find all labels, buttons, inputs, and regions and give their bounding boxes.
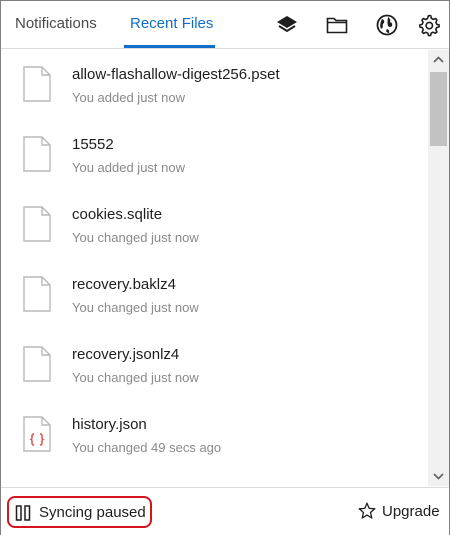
layers-icon[interactable] [275, 13, 299, 37]
header-bar: Notifications Recent Files [1, 1, 449, 49]
folder-icon[interactable] [325, 13, 349, 37]
file-icon [23, 66, 51, 102]
scroll-down-button[interactable] [428, 466, 449, 486]
file-status: You added just now [72, 160, 186, 175]
file-name: recovery.baklz4 [72, 276, 176, 293]
gear-icon[interactable] [417, 13, 441, 37]
file-row[interactable]: allow-flashallow-digest256.pset You adde… [1, 50, 427, 120]
file-status: You changed just now [72, 300, 199, 315]
sync-status-label: Syncing paused [39, 504, 146, 521]
pause-icon [15, 505, 31, 521]
file-name: 15552 [72, 136, 114, 153]
vertical-scrollbar[interactable] [428, 50, 449, 486]
file-row-partial[interactable] [1, 470, 427, 486]
tab-notifications[interactable]: Notifications [15, 15, 97, 32]
star-icon [358, 502, 376, 520]
file-icon [23, 346, 51, 382]
syncing-paused-button[interactable]: Syncing paused [7, 496, 152, 528]
file-status: You changed 49 secs ago [72, 440, 222, 455]
upgrade-label: Upgrade [382, 503, 440, 520]
file-row[interactable]: history.json You changed 49 secs ago [1, 400, 427, 470]
file-row[interactable]: 15552 You added just now [1, 120, 427, 190]
globe-icon[interactable] [375, 13, 399, 37]
file-status: You added just now [72, 90, 186, 105]
json-file-icon [23, 416, 51, 452]
file-status: You changed just now [72, 230, 199, 245]
scroll-up-button[interactable] [428, 50, 449, 70]
active-tab-indicator [124, 45, 215, 48]
file-name: allow-flashallow-digest256.pset [72, 66, 280, 83]
footer-bar: Syncing paused Upgrade [1, 487, 449, 535]
scrollbar-thumb[interactable] [430, 72, 447, 146]
file-name: cookies.sqlite [72, 206, 163, 223]
file-icon [23, 136, 51, 172]
file-name: recovery.jsonlz4 [72, 346, 180, 363]
app-window: Notifications Recent Files allow-flashal… [0, 0, 450, 535]
file-name: history.json [72, 416, 147, 433]
file-row[interactable]: recovery.baklz4 You changed just now [1, 260, 427, 330]
file-status: You changed just now [72, 370, 199, 385]
recent-files-list: allow-flashallow-digest256.pset You adde… [1, 50, 427, 486]
file-icon [23, 206, 51, 242]
file-icon [23, 276, 51, 312]
file-row[interactable]: recovery.jsonlz4 You changed just now [1, 330, 427, 400]
tab-recent-files[interactable]: Recent Files [130, 15, 213, 32]
file-row[interactable]: cookies.sqlite You changed just now [1, 190, 427, 260]
